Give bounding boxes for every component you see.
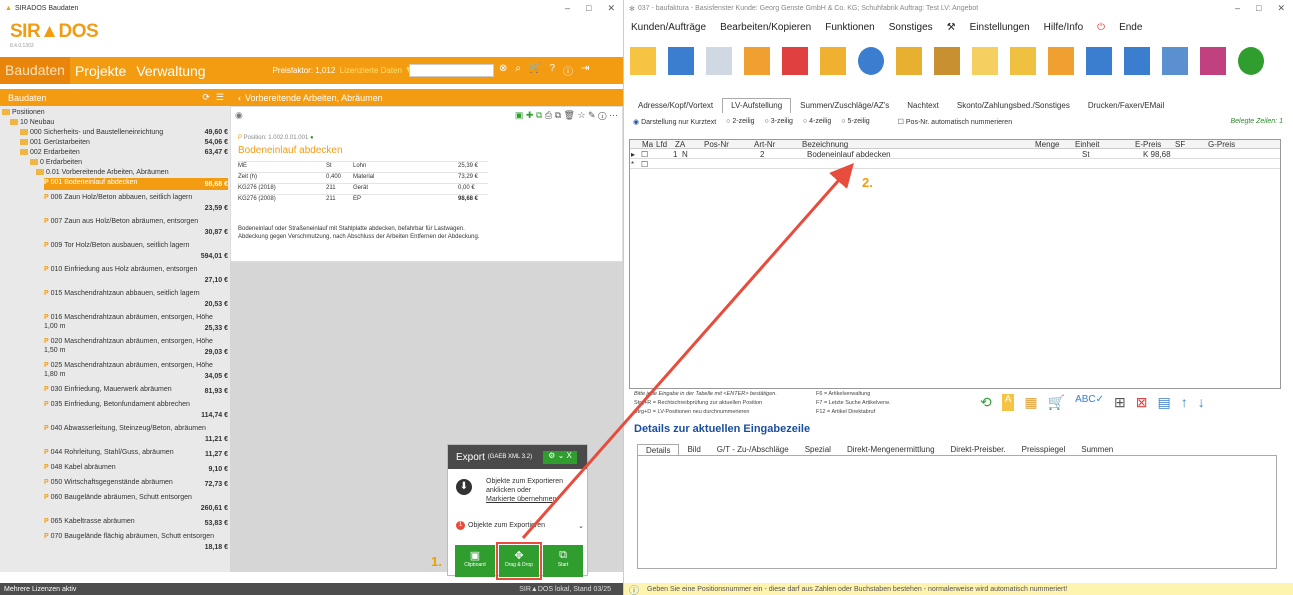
arrow-line <box>521 163 854 539</box>
drag-arrow <box>521 163 854 539</box>
